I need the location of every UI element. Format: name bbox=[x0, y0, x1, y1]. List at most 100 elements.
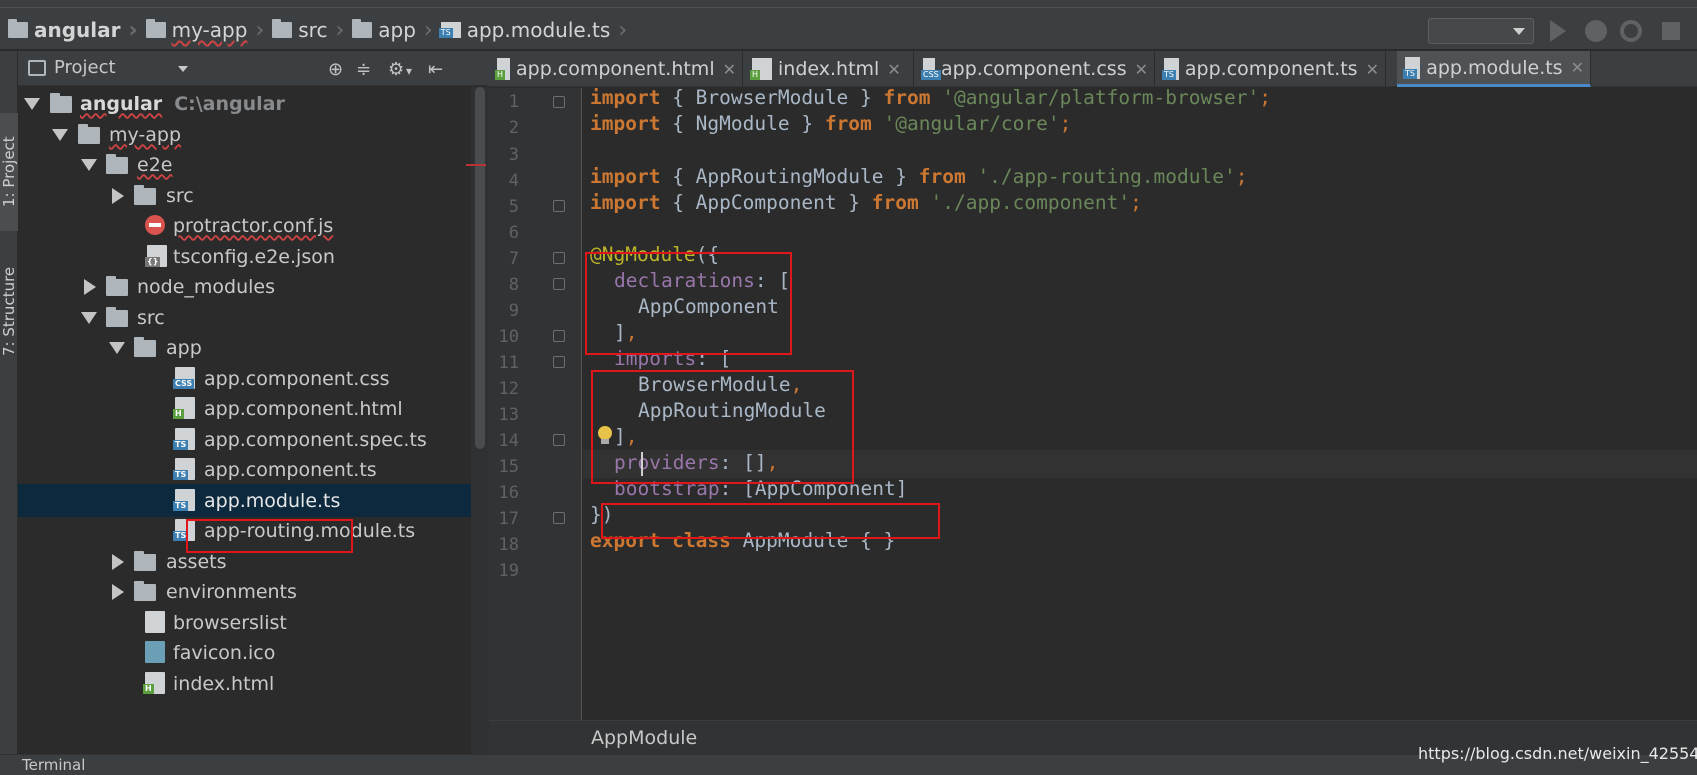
folder-icon bbox=[145, 19, 166, 38]
expand-arrow-icon[interactable] bbox=[81, 159, 97, 171]
chevron-down-icon bbox=[1513, 28, 1525, 35]
tool-window-strip: 1: Project 7: Structure bbox=[0, 51, 18, 754]
tree-item-label: browserslist bbox=[173, 611, 287, 634]
watermark: https://blog.csdn.net/weixin_42554311 bbox=[1418, 744, 1697, 763]
code-editor[interactable]: import { BrowserModule } from '@angular/… bbox=[583, 86, 1697, 720]
tab-app-component-css[interactable]: CSS app.component.css ✕ bbox=[915, 51, 1155, 87]
tree-item-node-modules[interactable]: node_modules bbox=[18, 270, 471, 303]
breadcrumb-item-app-module[interactable]: TS app.module.ts › bbox=[433, 14, 627, 46]
tree-item-app-module-ts[interactable]: TS app.module.ts bbox=[18, 484, 471, 517]
lightbulb-icon[interactable] bbox=[596, 426, 614, 446]
locate-icon[interactable]: ⊕ bbox=[328, 59, 343, 80]
line-number: 4 bbox=[508, 171, 519, 191]
breadcrumb-item-app[interactable]: app › bbox=[344, 14, 433, 46]
tree-item-angular[interactable]: angular C:\angular bbox=[18, 87, 471, 120]
tree-item-app[interactable]: app bbox=[18, 331, 471, 364]
gear-icon[interactable]: ⚙ bbox=[388, 59, 404, 80]
keyword: import bbox=[590, 165, 661, 188]
close-icon[interactable]: ✕ bbox=[1571, 58, 1584, 77]
fold-marker-icon[interactable] bbox=[553, 200, 565, 212]
highlight-box-selected-file bbox=[186, 519, 353, 553]
tree-item-app-component-ts[interactable]: TS app.component.ts bbox=[18, 453, 471, 486]
coverage-icon[interactable] bbox=[1620, 20, 1642, 42]
project-scrollbar[interactable] bbox=[471, 87, 489, 755]
tree-item-src[interactable]: src bbox=[18, 301, 471, 334]
tree-item-protractor[interactable]: protractor.conf.js bbox=[18, 209, 471, 242]
tree-item-label: protractor.conf.js bbox=[173, 214, 334, 237]
tree-item-index-html[interactable]: H index.html bbox=[18, 667, 471, 700]
tab-app-component-ts[interactable]: TS app.component.ts ✕ bbox=[1156, 51, 1386, 87]
chevron-down-icon[interactable] bbox=[178, 66, 188, 72]
fold-marker-icon[interactable] bbox=[553, 278, 565, 290]
breadcrumb-symbol[interactable]: AppModule bbox=[591, 727, 697, 749]
tree-item-label: node_modules bbox=[137, 275, 276, 298]
line-number: 5 bbox=[508, 197, 519, 217]
chevron-down-icon[interactable]: ▾ bbox=[406, 64, 412, 78]
tab-app-module-ts[interactable]: TS app.module.ts ✕ bbox=[1397, 51, 1591, 87]
folder-icon bbox=[272, 19, 293, 38]
tab-app-component-html[interactable]: H app.component.html ✕ bbox=[489, 51, 743, 87]
stop-icon[interactable] bbox=[1662, 22, 1680, 40]
ts-file-icon: TS bbox=[1403, 56, 1421, 79]
project-view-select[interactable]: Project bbox=[54, 57, 116, 78]
collapse-arrow-icon[interactable] bbox=[112, 584, 124, 600]
tree-item-e2e-src[interactable]: src bbox=[18, 179, 471, 212]
highlight-box-declarations bbox=[585, 252, 792, 355]
expand-arrow-icon[interactable] bbox=[81, 312, 97, 324]
tree-item-e2e[interactable]: e2e bbox=[18, 148, 471, 181]
tree-item-app-component-spec[interactable]: TS app.component.spec.ts bbox=[18, 423, 471, 456]
tab-project[interactable]: 1: Project bbox=[0, 113, 18, 231]
editor-gutter: 1 2 3 4 5 6 7 8 9 10 11 12 13 14 15 16 1… bbox=[489, 88, 582, 720]
collapse-all-icon[interactable]: ≑ bbox=[356, 59, 371, 80]
punctuation: ; bbox=[1130, 191, 1142, 214]
tree-item-label: angular bbox=[80, 92, 163, 115]
tree-item-app-component-html[interactable]: H app.component.html bbox=[18, 392, 471, 425]
close-icon[interactable]: ✕ bbox=[723, 60, 736, 79]
collapse-arrow-icon[interactable] bbox=[112, 554, 124, 570]
tree-item-label: assets bbox=[166, 550, 227, 573]
collapse-arrow-icon[interactable] bbox=[112, 188, 124, 204]
breadcrumb-item-src[interactable]: src › bbox=[264, 14, 344, 46]
run-icon[interactable] bbox=[1550, 20, 1566, 42]
tree-item-favicon[interactable]: favicon.ico bbox=[18, 636, 471, 669]
fold-marker-icon[interactable] bbox=[553, 252, 565, 264]
close-icon[interactable]: ✕ bbox=[1366, 60, 1379, 79]
tree-item-environments[interactable]: environments bbox=[18, 575, 471, 608]
fold-marker-icon[interactable] bbox=[553, 512, 565, 524]
html-file-icon: H bbox=[173, 397, 195, 419]
html-file-icon: H bbox=[143, 672, 165, 694]
scrollbar-thumb[interactable] bbox=[475, 87, 485, 449]
fold-marker-icon[interactable] bbox=[553, 96, 565, 108]
hide-panel-icon[interactable]: ⇤ bbox=[428, 59, 443, 80]
run-configuration-select[interactable] bbox=[1428, 18, 1534, 44]
string: './app-routing.module' bbox=[965, 165, 1236, 188]
tree-item-my-app[interactable]: my-app bbox=[18, 118, 471, 151]
tree-item-browserslist[interactable]: browserslist bbox=[18, 606, 471, 639]
debug-icon[interactable] bbox=[1585, 20, 1607, 42]
fold-marker-icon[interactable] bbox=[553, 434, 565, 446]
tree-item-path: C:\angular bbox=[174, 92, 285, 115]
close-icon[interactable]: ✕ bbox=[887, 60, 900, 79]
line-number: 19 bbox=[498, 561, 519, 581]
project-tree: angular C:\angular my-app e2e src protrac… bbox=[18, 87, 471, 755]
fold-marker-icon[interactable] bbox=[553, 330, 565, 342]
tab-terminal[interactable]: Terminal bbox=[22, 756, 85, 774]
code-line: import { AppRoutingModule } from './app-… bbox=[590, 163, 1247, 191]
tab-index-html[interactable]: H index.html ✕ bbox=[744, 51, 914, 87]
expand-arrow-icon[interactable] bbox=[52, 129, 68, 141]
expand-arrow-icon[interactable] bbox=[24, 98, 40, 110]
tree-item-app-component-css[interactable]: CSS app.component.css bbox=[18, 362, 471, 395]
folder-icon bbox=[134, 551, 156, 571]
chevron-right-icon: › bbox=[335, 17, 345, 43]
collapse-arrow-icon[interactable] bbox=[84, 279, 96, 295]
breadcrumb-item-my-app[interactable]: my-app › bbox=[138, 14, 264, 46]
fold-marker-icon[interactable] bbox=[553, 356, 565, 368]
tab-structure[interactable]: 7: Structure bbox=[0, 251, 18, 371]
text-caret bbox=[641, 452, 643, 476]
project-icon bbox=[28, 60, 46, 76]
close-icon[interactable]: ✕ bbox=[1135, 60, 1148, 79]
line-number: 12 bbox=[498, 379, 519, 399]
breadcrumb-item-angular[interactable]: angular › bbox=[0, 14, 138, 46]
expand-arrow-icon[interactable] bbox=[109, 342, 125, 354]
tree-item-tsconfig[interactable]: {} tsconfig.e2e.json bbox=[18, 240, 471, 273]
